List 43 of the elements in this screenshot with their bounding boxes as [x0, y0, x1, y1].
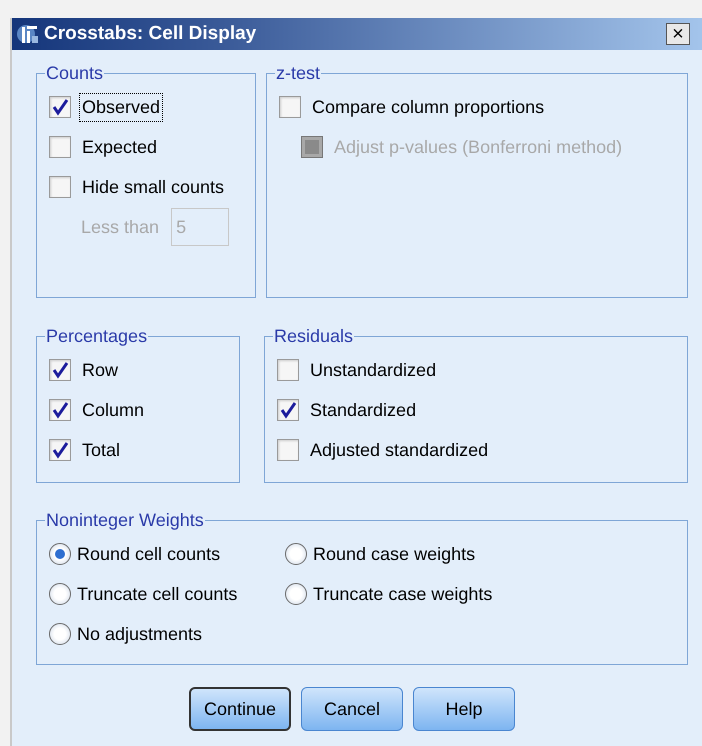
checkbox[interactable]	[277, 439, 299, 461]
checkbox[interactable]	[49, 439, 71, 461]
checkbox-label: Compare column proportions	[311, 96, 546, 119]
radio-label: Round cell counts	[77, 542, 220, 566]
radio-button[interactable]	[285, 583, 307, 605]
window-title: Crosstabs: Cell Display	[44, 22, 256, 46]
radio-button[interactable]	[49, 623, 71, 645]
checkbox[interactable]	[49, 399, 71, 421]
group-title: z-test	[275, 62, 322, 85]
checkbox-label: Expected	[81, 136, 158, 159]
checkbox[interactable]	[49, 359, 71, 381]
checkbox[interactable]	[49, 136, 71, 158]
dialog-button[interactable]: Help	[413, 687, 515, 731]
checkbox[interactable]	[279, 96, 301, 118]
dialog-button[interactable]: Cancel	[301, 687, 403, 731]
checkbox-label: Adjusted standardized	[309, 438, 490, 462]
radio-button[interactable]	[49, 583, 71, 605]
field-label: Less than	[81, 216, 160, 238]
checkbox-label: Standardized	[309, 398, 418, 422]
radio-label: Truncate case weights	[313, 582, 492, 606]
group-title: Counts	[45, 62, 104, 85]
group-title: Percentages	[45, 325, 148, 348]
group-title: Residuals	[273, 325, 354, 348]
dialog-button[interactable]: Continue	[189, 687, 291, 731]
checkbox-label: Unstandardized	[309, 358, 438, 382]
checkbox[interactable]	[277, 359, 299, 381]
checkbox-label: Adjust p-values (Bonferroni method)	[333, 136, 624, 159]
checkbox[interactable]	[49, 96, 71, 118]
app-icon	[16, 22, 40, 46]
checkbox-label: Column	[81, 398, 146, 422]
radio-button[interactable]	[285, 543, 307, 565]
group-title: Noninteger Weights	[45, 509, 205, 532]
radio-label: No adjustments	[77, 622, 202, 646]
checkbox-label: Row	[81, 358, 120, 382]
checkbox-label: Hide small counts	[81, 176, 226, 198]
checkbox-label: Observed	[79, 92, 164, 122]
checkbox[interactable]	[277, 399, 299, 421]
radio-label: Round case weights	[313, 542, 476, 566]
close-button[interactable]: ×	[666, 23, 690, 45]
radio-button[interactable]	[49, 543, 71, 565]
checkbox-label: Total	[81, 438, 122, 462]
checkbox[interactable]	[49, 176, 71, 198]
radio-label: Truncate cell counts	[77, 582, 238, 606]
